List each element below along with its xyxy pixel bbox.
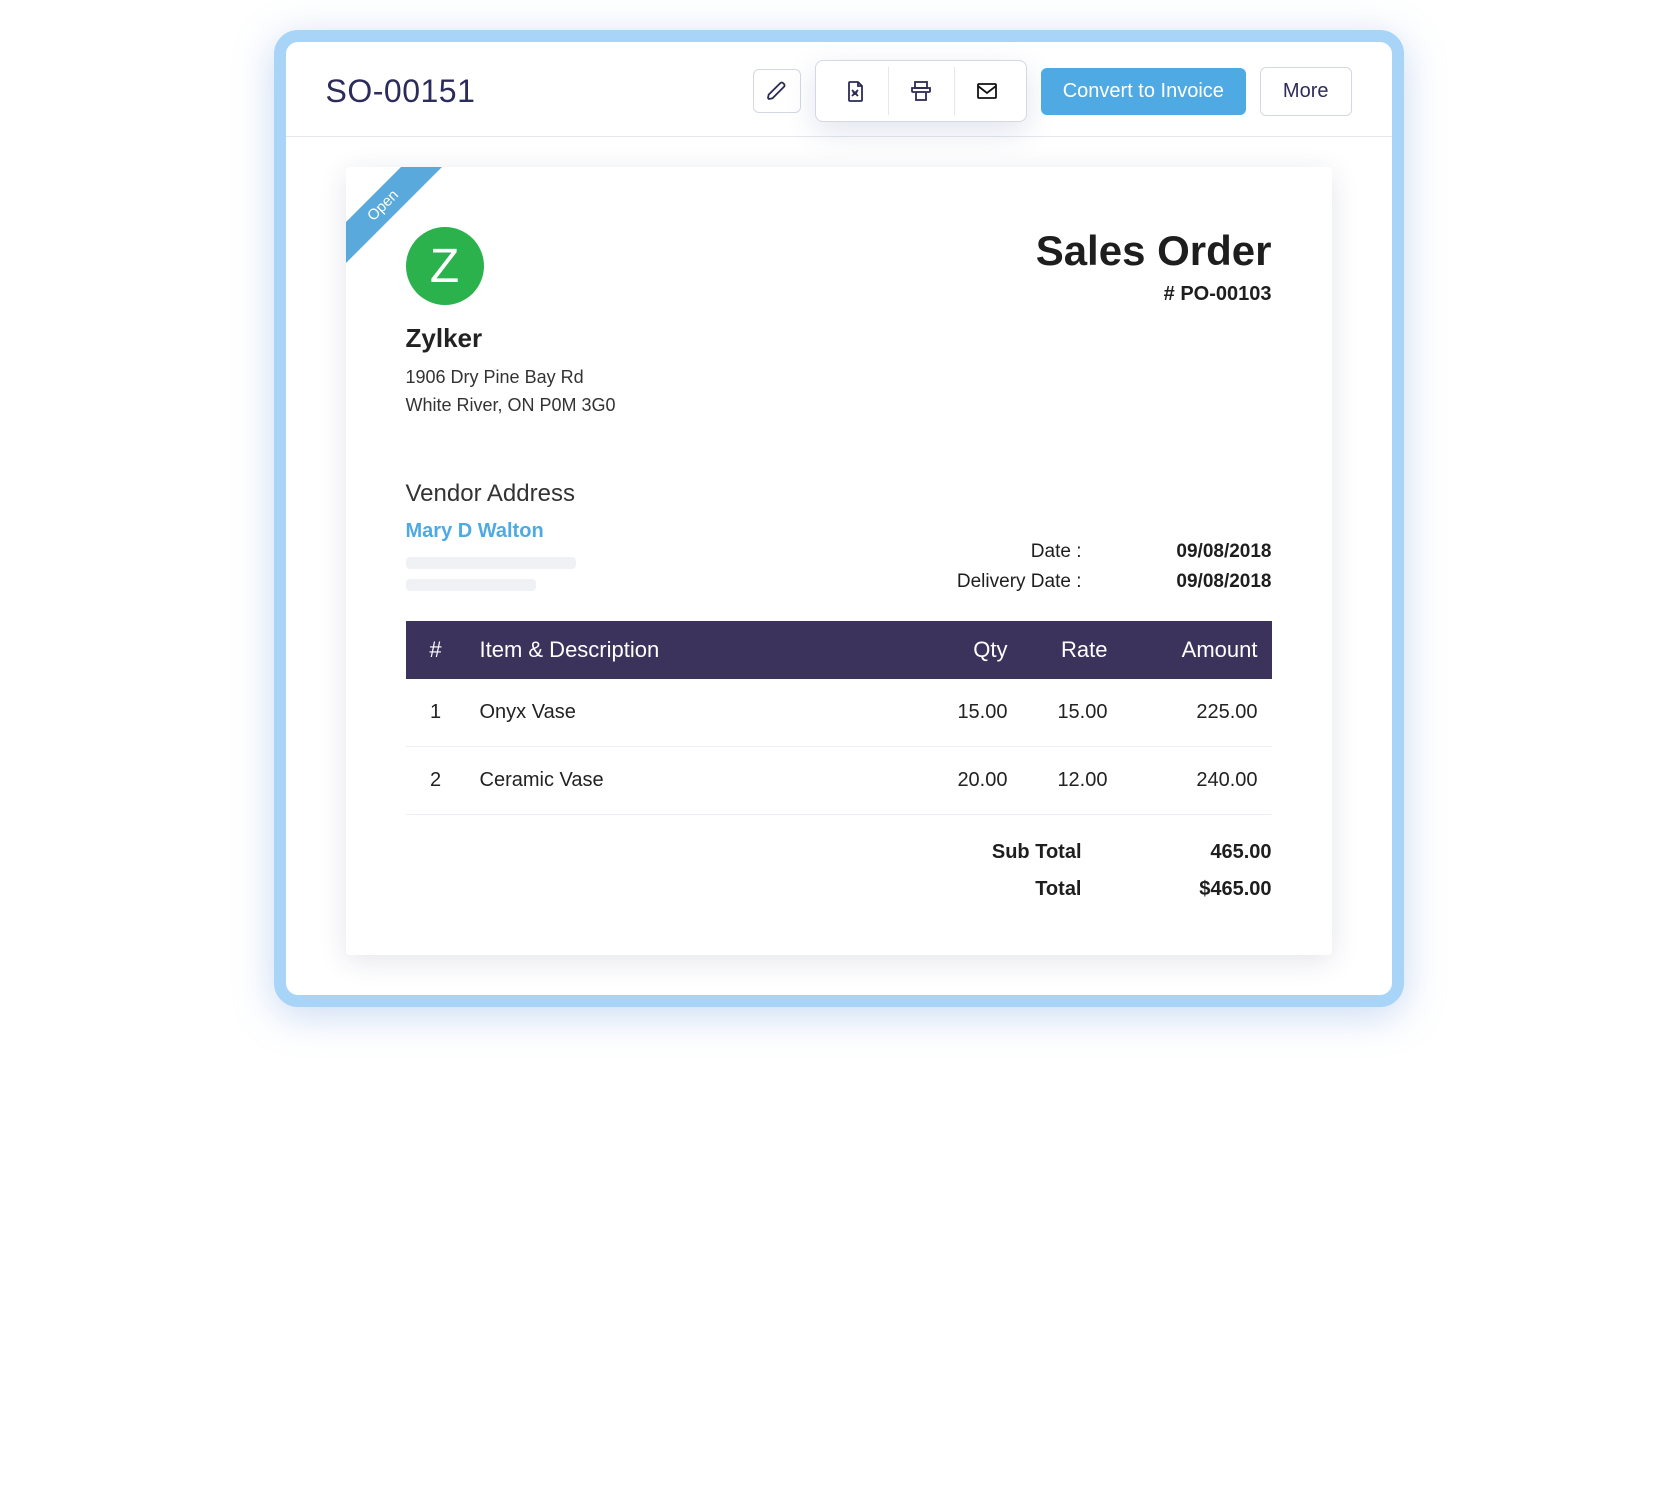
pdf-icon xyxy=(843,79,867,103)
delivery-date-label: Delivery Date : xyxy=(957,571,1082,593)
col-index: # xyxy=(406,621,466,679)
page-header: SO-00151 xyxy=(286,42,1392,137)
cell-rate: 15.00 xyxy=(1022,679,1122,747)
edit-button[interactable] xyxy=(753,69,801,113)
date-label: Date : xyxy=(1031,541,1082,563)
subtotal-label: Sub Total xyxy=(992,841,1082,864)
document-area: Open Z Zylker 1906 Dry Pine Bay Rd White… xyxy=(286,137,1392,955)
email-button[interactable] xyxy=(954,67,1020,115)
cell-index: 1 xyxy=(406,679,466,747)
company-address: 1906 Dry Pine Bay Rd White River, ON P0M… xyxy=(406,364,616,420)
meta-block: Date : 09/08/2018 Delivery Date : 09/08/… xyxy=(957,541,1272,601)
line-items-table: # Item & Description Qty Rate Amount 1 O… xyxy=(406,621,1272,815)
order-id: SO-00151 xyxy=(326,73,476,110)
export-button-group xyxy=(815,60,1027,122)
pencil-icon xyxy=(765,79,789,103)
print-icon xyxy=(909,79,933,103)
cell-item: Onyx Vase xyxy=(466,679,932,747)
table-header-row: # Item & Description Qty Rate Amount xyxy=(406,621,1272,679)
pdf-button[interactable] xyxy=(822,67,888,115)
sales-order-document: Open Z Zylker 1906 Dry Pine Bay Rd White… xyxy=(346,167,1332,955)
address-line-2: White River, ON P0M 3G0 xyxy=(406,392,616,420)
cell-qty: 15.00 xyxy=(932,679,1022,747)
vendor-name[interactable]: Mary D Walton xyxy=(406,520,576,543)
delivery-date-value: 09/08/2018 xyxy=(1142,571,1272,593)
print-button[interactable] xyxy=(888,67,954,115)
address-line-1: 1906 Dry Pine Bay Rd xyxy=(406,364,616,392)
more-button[interactable]: More xyxy=(1260,67,1352,116)
cell-amount: 225.00 xyxy=(1122,679,1272,747)
document-number: # PO-00103 xyxy=(1036,283,1272,306)
app-frame: SO-00151 xyxy=(274,30,1404,1007)
mail-icon xyxy=(975,79,999,103)
table-row: 2 Ceramic Vase 20.00 12.00 240.00 xyxy=(406,746,1272,814)
total-label: Total xyxy=(1035,878,1081,901)
subtotal-value: 465.00 xyxy=(1142,841,1272,864)
cell-qty: 20.00 xyxy=(932,746,1022,814)
convert-to-invoice-button[interactable]: Convert to Invoice xyxy=(1041,68,1246,115)
total-value: $465.00 xyxy=(1142,878,1272,901)
document-type: Sales Order xyxy=(1036,227,1272,275)
cell-item: Ceramic Vase xyxy=(466,746,932,814)
vendor-block: Vendor Address Mary D Walton xyxy=(406,480,576,601)
date-value: 09/08/2018 xyxy=(1142,541,1272,563)
cell-amount: 240.00 xyxy=(1122,746,1272,814)
cell-index: 2 xyxy=(406,746,466,814)
table-row: 1 Onyx Vase 15.00 15.00 225.00 xyxy=(406,679,1272,747)
vendor-heading: Vendor Address xyxy=(406,480,576,508)
toolbar: Convert to Invoice More xyxy=(753,60,1352,122)
col-rate: Rate xyxy=(1022,621,1122,679)
document-header: Z Zylker 1906 Dry Pine Bay Rd White Rive… xyxy=(406,227,1272,420)
company-logo: Z xyxy=(406,227,484,305)
col-qty: Qty xyxy=(932,621,1022,679)
col-amount: Amount xyxy=(1122,621,1272,679)
company-name: Zylker xyxy=(406,323,616,354)
placeholder-line xyxy=(406,579,536,591)
cell-rate: 12.00 xyxy=(1022,746,1122,814)
placeholder-line xyxy=(406,557,576,569)
col-item: Item & Description xyxy=(466,621,932,679)
totals-block: Sub Total 465.00 Total $465.00 xyxy=(406,841,1272,901)
